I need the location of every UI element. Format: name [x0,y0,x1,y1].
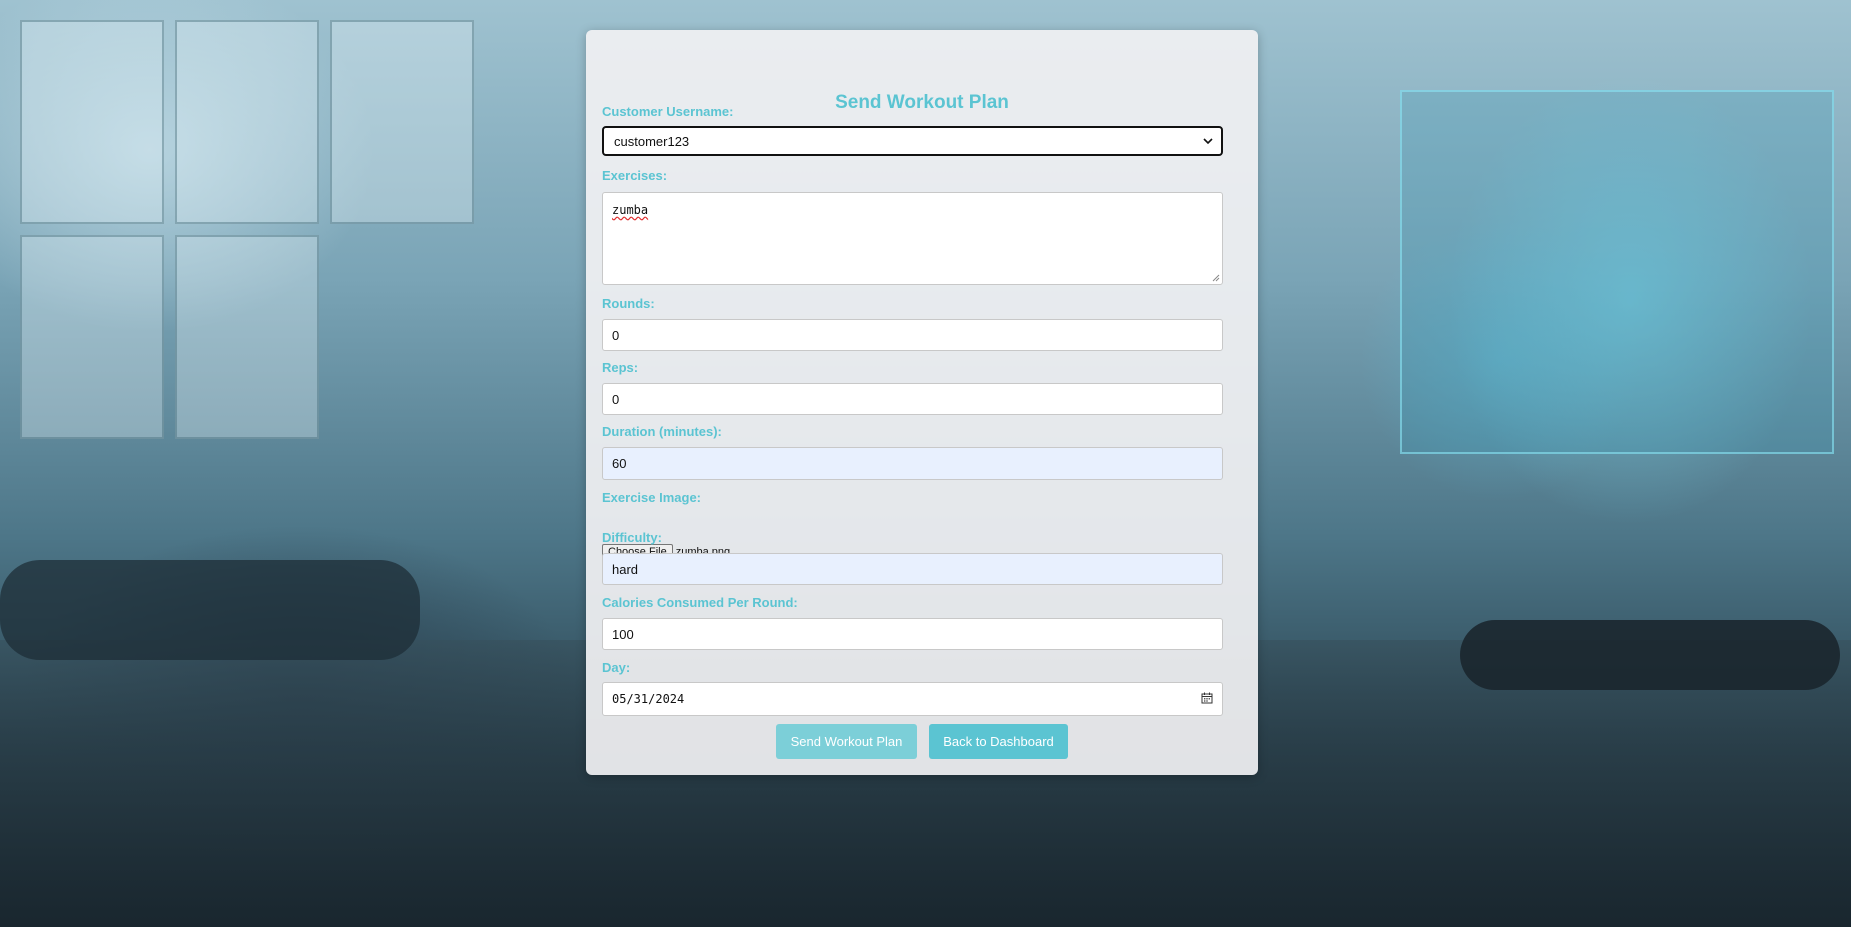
background-window [175,235,319,439]
customer-username-label: Customer Username: [602,104,734,119]
duration-input[interactable]: 60 [602,447,1223,480]
calories-label: Calories Consumed Per Round: [602,595,798,610]
chevron-down-icon [1203,138,1213,145]
back-to-dashboard-button[interactable]: Back to Dashboard [929,724,1068,759]
calories-value: 100 [612,626,634,642]
duration-value: 60 [612,456,627,471]
exercises-value: zumba [612,203,649,217]
rounds-input[interactable]: 0 [602,319,1223,351]
customer-username-select[interactable]: customer123 [602,126,1223,156]
exercises-textarea[interactable]: zumba [602,192,1223,285]
background-window [20,20,164,224]
day-label: Day: [602,660,631,675]
difficulty-value: hard [612,561,639,577]
background-hologram-screen [1400,90,1834,454]
customer-username-value: customer123 [614,133,690,149]
duration-label: Duration (minutes): [602,424,722,439]
exercise-image-label: Exercise Image: [602,490,702,505]
background-window [175,20,319,224]
background-treadmill [0,560,420,660]
resize-grip-icon[interactable] [1212,274,1220,282]
day-date-input[interactable]: 05/31/2024 [602,682,1223,716]
calendar-icon[interactable] [1201,692,1213,704]
difficulty-label: Difficulty: [602,530,662,545]
reps-label: Reps: [602,360,639,375]
background-bench [1460,620,1840,690]
background-window [20,235,164,439]
reps-input[interactable]: 0 [602,383,1223,415]
reps-value: 0 [612,391,620,407]
exercises-label: Exercises: [602,168,668,183]
send-workout-plan-button[interactable]: Send Workout Plan [776,724,917,759]
calories-input[interactable]: 100 [602,618,1223,650]
rounds-value: 0 [612,327,620,343]
workout-plan-form: Send Workout Plan Customer Username: cus… [586,30,1258,775]
background-window [330,20,474,224]
difficulty-input[interactable]: hard [602,553,1223,585]
rounds-label: Rounds: [602,296,655,311]
day-value: 05/31/2024 [612,692,685,706]
